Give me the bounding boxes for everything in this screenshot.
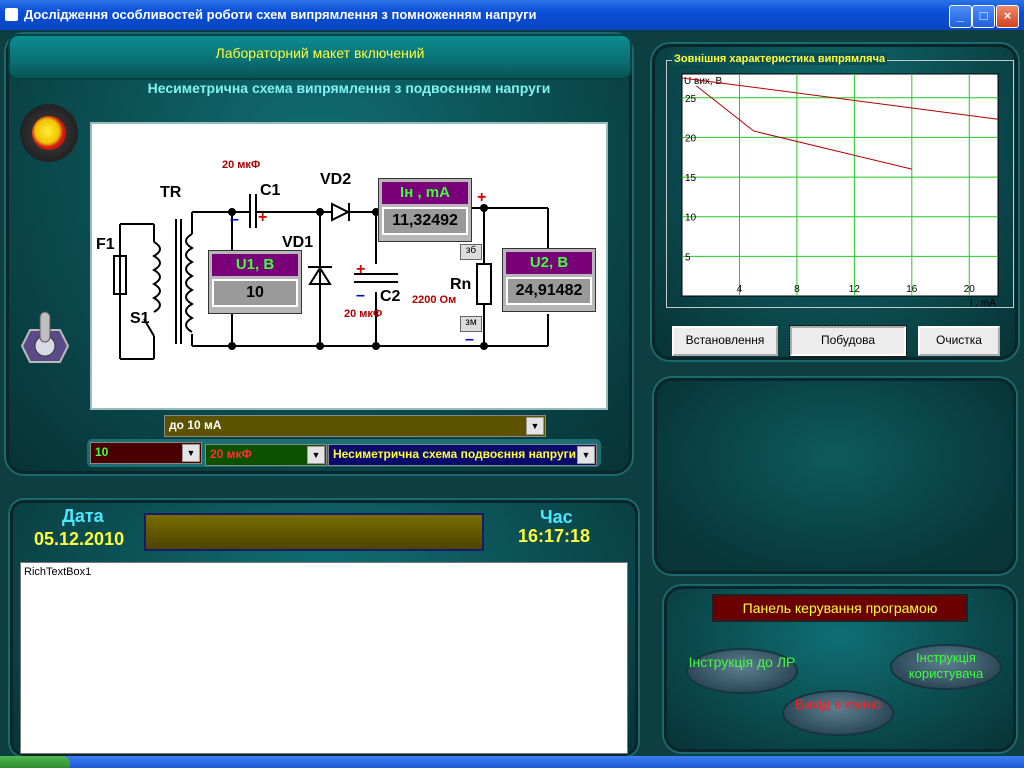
chevron-down-icon[interactable]: ▼	[526, 417, 544, 435]
y-tick-label: 15	[685, 173, 697, 184]
setup-button[interactable]: Встановлення	[672, 326, 778, 356]
meter-u1-value: 10	[212, 279, 298, 307]
schematic-canvas: + – + – + – TR F1 S1 C1 20 мкФ VD2 VD1 C…	[90, 122, 608, 410]
user-instructions-label: Інструкція користувача	[908, 650, 984, 681]
decrease-load-button[interactable]: зм	[460, 316, 482, 332]
chevron-down-icon[interactable]: ▼	[577, 446, 595, 464]
y-tick-label: 10	[685, 213, 697, 224]
svg-text:–: –	[230, 211, 239, 228]
status-header: Лабораторний макет включений	[8, 34, 632, 80]
x-tick-label: 20	[964, 284, 976, 295]
chart-plot-area	[681, 73, 999, 297]
meter-u2-label: U2, В	[506, 252, 592, 274]
date-value: 05.12.2010	[34, 529, 125, 549]
svg-text:+: +	[356, 261, 365, 278]
scheme-value: Несиметрична схема подвоєння напруги	[333, 447, 576, 461]
taskbar	[0, 756, 1024, 768]
meter-u2: U2, В 24,91482	[502, 248, 596, 312]
label-rn-value: 2200 Ом	[412, 294, 457, 306]
current-range-value: до 10 мА	[169, 418, 222, 432]
schematic-title: Несиметрична схема випрямлення з подвоєн…	[147, 80, 551, 96]
label-s1: S1	[130, 310, 150, 327]
increase-load-button[interactable]: зб	[460, 244, 482, 260]
lamp-icon	[32, 116, 66, 150]
program-panel-title: Панель керування програмою	[712, 594, 968, 622]
chart-title: Зовнішня характеристика випрямляча	[672, 53, 888, 65]
label-c1-value: 20 мкФ	[222, 159, 261, 171]
clear-button[interactable]: Очистка	[918, 326, 1000, 356]
label-rn: Rn	[450, 276, 472, 293]
build-button[interactable]: Побудова	[789, 325, 907, 357]
capacitance-value: 20 мкФ	[210, 447, 252, 461]
label-tr: TR	[160, 184, 182, 201]
window-title: Дослідження особливостей роботи схем вип…	[24, 7, 537, 22]
app-icon[interactable]	[5, 8, 18, 21]
svg-text:–: –	[465, 331, 474, 348]
current-range-select[interactable]: до 10 мА ▼	[164, 415, 546, 437]
progress-display	[144, 513, 484, 551]
close-button[interactable]: ×	[996, 5, 1019, 28]
label-c2: C2	[380, 288, 401, 305]
x-tick-label: 8	[794, 284, 800, 295]
y-tick-label: 25	[685, 94, 697, 105]
meter-ih-value: 11,32492	[382, 207, 468, 235]
start-button[interactable]	[0, 756, 70, 768]
maximize-button[interactable]: □	[972, 5, 995, 28]
rich-text-box[interactable]: RichTextBox1	[20, 562, 628, 754]
lab-instructions-label: Інструкція до ЛР	[688, 654, 796, 670]
voltage-select[interactable]: 10 ▼	[90, 442, 202, 464]
time-label: Час	[540, 507, 573, 527]
svg-text:–: –	[356, 287, 365, 304]
info-panel	[654, 378, 1016, 574]
meter-u2-value: 24,91482	[506, 277, 592, 305]
capacitance-select[interactable]: 20 мкФ ▼	[205, 444, 327, 466]
x-axis-label: I , mA	[970, 298, 996, 306]
power-toggle[interactable]	[20, 310, 70, 366]
x-tick-label: 16	[906, 284, 918, 295]
date-label: Дата	[62, 506, 104, 526]
y-axis-label: U вих, В	[684, 76, 722, 87]
scheme-select[interactable]: Несиметрична схема подвоєння напруги ▼	[328, 444, 597, 466]
label-c1: C1	[260, 182, 281, 199]
minimize-button[interactable]: _	[949, 5, 972, 28]
svg-text:+: +	[477, 189, 486, 206]
y-tick-label: 20	[685, 133, 697, 144]
meter-u1-label: U1, В	[212, 254, 298, 276]
chevron-down-icon[interactable]: ▼	[307, 446, 325, 464]
meter-ih-label: Iн , mA	[382, 182, 468, 204]
exit-menu-label: Вихід в меню	[794, 696, 882, 712]
label-vd2: VD2	[320, 171, 352, 188]
chevron-down-icon[interactable]: ▼	[182, 444, 200, 462]
title-bar: Дослідження особливостей роботи схем вип…	[0, 0, 1024, 30]
y-tick-label: 5	[685, 252, 691, 263]
indicator-lamp	[20, 104, 78, 162]
meter-ih: Iн , mA 11,32492	[378, 178, 472, 242]
user-instructions-button[interactable]: Інструкція користувача	[892, 646, 1000, 688]
meter-u1: U1, В 10	[208, 250, 302, 314]
load-characteristic-chart: 4 8 12 16 20 5 10 15 20 25 U вих, В I , mA	[681, 73, 999, 306]
x-tick-label: 12	[849, 284, 861, 295]
exit-menu-button[interactable]: Вихід в меню	[784, 692, 892, 734]
voltage-value: 10	[95, 445, 109, 459]
label-c2-value: 20 мкФ	[344, 308, 383, 320]
svg-text:+: +	[258, 209, 267, 226]
lab-instructions-button[interactable]: Інструкція до ЛР	[688, 650, 796, 692]
time-value: 16:17:18	[518, 526, 591, 546]
label-f1: F1	[96, 236, 115, 253]
status-text: Лабораторний макет включений	[215, 45, 425, 61]
rich-text-content: RichTextBox1	[24, 566, 92, 578]
x-tick-label: 4	[737, 284, 743, 295]
